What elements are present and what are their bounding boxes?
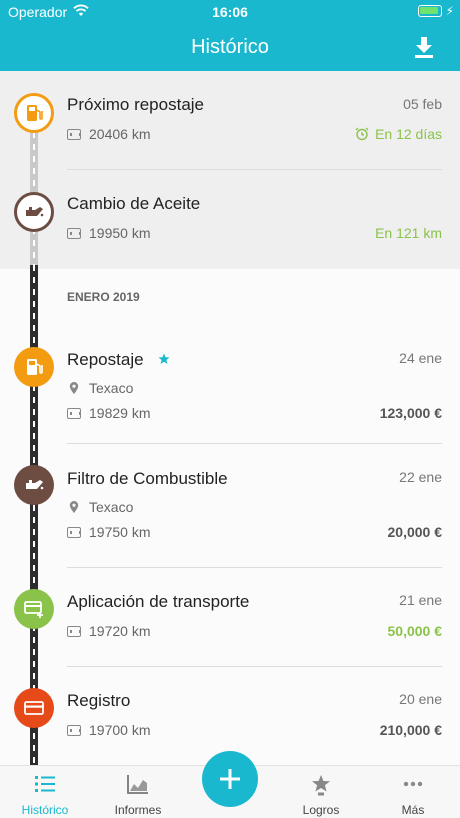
upcoming-eta: En 121 km	[375, 225, 442, 241]
entry-date: 22 ene	[399, 469, 442, 485]
entry-title[interactable]: Aplicación de transporte	[67, 592, 249, 612]
odometer-icon	[67, 526, 81, 538]
entry-odometer: 19829 km	[67, 405, 150, 421]
top-bar: Operador 16:06 ⚡ Histórico	[0, 0, 460, 71]
status-time: 16:06	[212, 4, 248, 20]
entry-amount: 20,000 €	[387, 524, 443, 540]
oil-can-icon	[26, 207, 44, 217]
tab-informes[interactable]: Informes	[93, 766, 183, 818]
list-icon	[35, 776, 55, 792]
entry-location: Texaco	[67, 499, 133, 515]
upcoming-eta: En 12 días	[355, 126, 442, 142]
odometer-icon	[67, 407, 81, 419]
card-icon	[24, 701, 44, 715]
odometer-icon	[67, 724, 81, 736]
upcoming-title[interactable]: Cambio de Aceite	[67, 194, 200, 214]
tab-mas[interactable]: Más	[368, 766, 458, 818]
odometer-icon	[67, 625, 81, 637]
plus-icon	[220, 769, 240, 789]
page-title: Histórico	[191, 36, 269, 58]
divider	[67, 443, 442, 444]
tab-label: Más	[401, 803, 425, 817]
fuel-pump-icon	[27, 359, 43, 375]
upcoming-oil-node	[14, 192, 54, 232]
entry-amount: 50,000 €	[387, 623, 443, 639]
entry-date: 20 ene	[399, 691, 442, 707]
tab-logros[interactable]: Logros	[276, 766, 366, 818]
entry-fuel-node	[14, 347, 54, 387]
star-badge-icon	[158, 353, 170, 364]
tab-label: Logros	[302, 803, 340, 817]
trophy-star-icon	[312, 775, 330, 796]
transport-card-icon	[24, 601, 43, 618]
chart-icon	[127, 775, 148, 794]
alarm-clock-icon	[355, 127, 369, 141]
month-section-label: ENERO 2019	[67, 290, 140, 304]
location-pin-icon	[69, 501, 79, 513]
odometer-value: 19950 km	[89, 225, 151, 241]
upcoming-odometer: 20406 km	[67, 126, 150, 142]
entry-amount: 210,000 €	[379, 722, 442, 738]
charging-icon: ⚡	[445, 4, 454, 18]
odometer-icon	[67, 128, 81, 140]
upcoming-date: 05 feb	[403, 96, 442, 112]
fuel-pump-icon	[27, 105, 43, 121]
odometer-value: 20406 km	[89, 126, 151, 142]
entry-date: 21 ene	[399, 592, 442, 608]
entry-title[interactable]: Registro	[67, 691, 130, 711]
entry-odometer: 19720 km	[67, 623, 150, 639]
entry-card-node	[14, 688, 54, 728]
entry-odometer: 19750 km	[67, 524, 150, 540]
odometer-icon	[67, 227, 81, 239]
entry-odometer: 19700 km	[67, 722, 150, 738]
download-icon[interactable]	[414, 37, 434, 59]
tab-label: Histórico	[21, 803, 69, 817]
oil-can-icon	[26, 480, 44, 490]
status-bar: Operador 16:06 ⚡	[0, 0, 460, 24]
tab-historico[interactable]: Histórico	[0, 766, 90, 818]
entry-amount: 123,000 €	[379, 405, 442, 421]
entry-title[interactable]: Repostaje	[67, 350, 144, 370]
divider	[67, 169, 442, 170]
more-icon	[403, 781, 423, 787]
entry-date: 24 ene	[399, 350, 442, 366]
divider	[67, 666, 442, 667]
entry-location: Texaco	[67, 380, 133, 396]
upcoming-fuel-node	[14, 93, 54, 133]
add-entry-button[interactable]	[202, 751, 258, 807]
upcoming-title[interactable]: Próximo repostaje	[67, 95, 204, 115]
divider	[67, 567, 442, 568]
entry-oil-node	[14, 465, 54, 505]
battery-icon	[418, 5, 442, 17]
upcoming-odometer: 19950 km	[67, 225, 150, 241]
entry-transport-node	[14, 589, 54, 629]
location-pin-icon	[69, 382, 79, 394]
entry-title[interactable]: Filtro de Combustible	[67, 469, 228, 489]
tab-label: Informes	[114, 803, 162, 817]
